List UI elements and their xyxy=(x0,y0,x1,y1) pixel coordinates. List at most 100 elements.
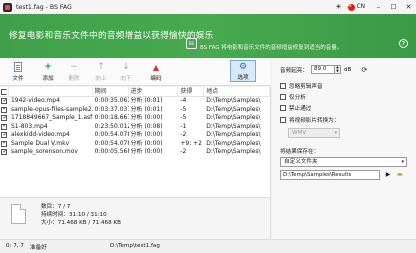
file-progress: 分析 (0:00) xyxy=(130,139,163,147)
table-row[interactable]: 1942-video.mp4 0:00:35.063分析 (0:01) -4 D:\T… xyxy=(0,97,270,106)
file-gain: -4 xyxy=(180,97,187,104)
row-checkbox[interactable] xyxy=(0,115,9,122)
no-recompression-label: 禁止通过 xyxy=(289,106,312,112)
file-name: sample-opus-files-sample2.opus xyxy=(10,105,93,113)
file-progress: 分析 (0:00) xyxy=(130,114,163,121)
refresh-icon[interactable]: ⟳ xyxy=(361,66,367,74)
no-recompression-checkbox[interactable] xyxy=(280,105,286,111)
file-progress: 分析 (0:08) xyxy=(130,122,163,130)
gain-spinner[interactable]: ▲ ▼ xyxy=(334,65,341,74)
save-to-select[interactable]: 自定义文件夹 ▾ xyxy=(280,157,407,167)
file-gain: +9; +2 xyxy=(180,139,202,147)
summary-duration: 持续时间：31:10 / 31:10 xyxy=(41,212,107,218)
maximize-button[interactable]: ☐ xyxy=(386,0,401,14)
header-location[interactable]: 地点 xyxy=(204,87,270,96)
document-icon xyxy=(14,61,22,73)
move-down-button[interactable]: ↓ 向下 xyxy=(115,61,137,85)
app-icon xyxy=(3,2,12,12)
header-banner: 修复电影和音乐文件中的音频增益以获得愉快的娱乐 BS BS FAG 将电影和音乐… xyxy=(0,14,416,58)
header-duration[interactable]: 期间 xyxy=(93,87,129,96)
file-location: D:\Temp\Samples\ xyxy=(206,131,261,138)
table-row[interactable]: S1-803.mp4 0:23:50.012分析 (0:08) -1 D:\Temp\… xyxy=(0,123,270,132)
language-code: CN xyxy=(356,4,365,10)
row-checkbox[interactable] xyxy=(0,98,9,105)
gain-unit: dB xyxy=(343,66,352,73)
move-up-button[interactable]: ↑ 向上 xyxy=(91,61,111,85)
folder-icon[interactable]: ▬ xyxy=(396,171,404,179)
file-duration: 0:00:18.667 xyxy=(94,114,129,121)
row-checkbox[interactable] xyxy=(0,123,9,130)
video-format-select[interactable]: WMV ▾ xyxy=(288,128,340,138)
ignore-clipping-label: 忽略剪辑声音 xyxy=(289,84,323,90)
file-name: S1-803.mp4 xyxy=(10,122,48,130)
file-progress: 分析 (0:00) xyxy=(130,148,163,155)
close-button[interactable]: ✕ xyxy=(401,0,416,14)
options-button[interactable]: ⚙ 选项 xyxy=(230,60,256,82)
encode-button[interactable]: ▲ 编码 xyxy=(146,61,166,85)
bs-logo: BS xyxy=(186,38,197,49)
table-row[interactable]: sample_sorenson.mov 0:00:05.568分析 (0:00) -… xyxy=(0,148,270,157)
gain-label: 音频起亮： xyxy=(280,67,308,74)
header-name[interactable] xyxy=(9,87,93,96)
file-location: D:\Temp\Samples\ xyxy=(206,114,261,121)
file-progress: 分析 (0:00) xyxy=(130,131,163,138)
file-duration: 0:00:54.078 xyxy=(94,131,129,138)
minus-icon: − xyxy=(70,62,78,72)
row-checkbox[interactable] xyxy=(0,132,9,139)
ignore-clipping-checkbox[interactable] xyxy=(280,83,286,89)
file-gain: -5 xyxy=(180,114,187,121)
table-row[interactable]: alexkidd-video.mp4 0:00:54.078分析 (0:00) -2… xyxy=(0,131,270,140)
file-duration: 0:00:35.063 xyxy=(94,97,129,104)
help-icon[interactable]: ? xyxy=(399,39,408,48)
summary-size: 大小：71.468 KB / 71.468 KB xyxy=(41,220,121,226)
header-gain[interactable]: 获得 xyxy=(178,87,205,96)
file-duration: 0:00:54.078 xyxy=(94,139,129,147)
file-location: D:\Temp\Samples\ xyxy=(206,105,261,113)
file-name: sample_sorenson.mov xyxy=(10,148,78,155)
analyze-only-label: 仅分析 xyxy=(289,95,306,101)
summary-files: 数目：7 / 7 xyxy=(41,204,71,210)
file-name: alexkidd-video.mp4 xyxy=(10,131,70,138)
file-name: Sample Dual V.mkv xyxy=(10,139,70,147)
header-progress[interactable]: 进步 xyxy=(129,87,179,96)
save-path-input[interactable]: D:\Temp\Samples\Results xyxy=(280,170,380,180)
file-progress: 分析 (0:01) xyxy=(130,97,163,104)
banner-headline: 修复电影和音乐文件中的音频增益以获得愉快的娱乐 xyxy=(9,31,214,41)
file-duration: 0:00:05.568 xyxy=(94,148,129,155)
language-selector[interactable]: CN xyxy=(347,3,365,11)
table-row[interactable]: sample-opus-files-sample2.opus0:03:37.03… xyxy=(0,106,270,115)
banner-description: BS FAG 将电影和音乐文件的音频增益修复到适当的音量。 xyxy=(200,45,343,51)
table-header: 期间 进步 获得 地点 xyxy=(0,87,270,97)
row-checkbox[interactable] xyxy=(0,106,9,113)
plus-icon: + xyxy=(44,62,52,72)
table-row[interactable]: Sample Dual V.mkv 0:00:54.078分析 (0:00) +9;… xyxy=(0,140,270,149)
file-button[interactable]: 文件 xyxy=(7,61,29,85)
row-checkbox[interactable] xyxy=(0,140,9,147)
add-button[interactable]: + 添加 xyxy=(38,61,58,85)
delete-button[interactable]: − 删除 xyxy=(64,61,84,85)
play-icon[interactable]: ▶ xyxy=(384,171,392,179)
select-all-checkbox[interactable] xyxy=(0,87,9,96)
arrow-up-icon: ↑ xyxy=(97,62,105,72)
analyze-only-checkbox[interactable] xyxy=(280,94,286,100)
row-checkbox[interactable] xyxy=(0,149,9,156)
file-table: 期间 进步 获得 地点 1942-video.mp40:00:35.063分析 … xyxy=(0,87,271,197)
file-location: D:\Temp\Samples\ xyxy=(206,139,261,147)
window-title: test1.fag - BS FAG xyxy=(16,3,72,11)
file-duration: 0:03:37.037 xyxy=(94,105,129,113)
status-path: D:\Temp\test1.fag xyxy=(110,243,160,249)
status-state: 准备好 xyxy=(30,245,47,251)
convert-video-label: 将视频影片转换为： xyxy=(289,118,340,124)
table-row[interactable]: 1718849667_Sample_1.asf0:00:18.667分析 (0:… xyxy=(0,114,270,123)
file-gain: -5 xyxy=(180,105,187,113)
minimize-button[interactable]: – xyxy=(371,0,386,14)
theme-toggle-icon[interactable]: ☀ xyxy=(335,3,341,11)
gain-input[interactable]: 89.0 xyxy=(310,65,335,74)
convert-video-checkbox[interactable] xyxy=(280,117,286,123)
file-name: 1718849667_Sample_1.asf xyxy=(10,114,93,121)
gear-icon: ⚙ xyxy=(238,61,248,72)
file-location: D:\Temp\Samples\ xyxy=(206,148,261,155)
arrow-down-icon: ↓ xyxy=(122,62,130,72)
file-location: D:\Temp\Samples\ xyxy=(206,97,261,104)
file-gain: -1 xyxy=(180,122,187,130)
